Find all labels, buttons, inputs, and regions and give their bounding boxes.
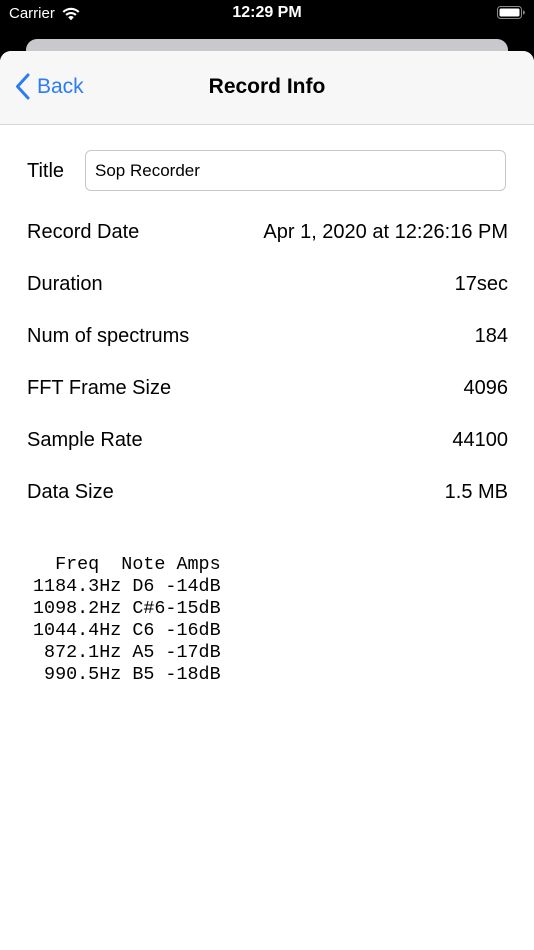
page-title: Record Info (208, 75, 326, 98)
record-date-label: Record Date (27, 221, 140, 243)
title-row: Title (27, 150, 508, 194)
num-spectrums-value: 184 (474, 325, 508, 347)
title-label: Title (27, 160, 65, 182)
fft-frame-size-value: 4096 (463, 377, 509, 399)
data-size-label: Data Size (27, 481, 114, 503)
duration-value: 17sec (454, 273, 508, 295)
duration-label: Duration (27, 273, 103, 295)
sample-rate-value: 44100 (452, 429, 508, 451)
data-size-value: 1.5 MB (444, 481, 508, 503)
spectrum-line: 1098.2Hz C#6-15dB (33, 598, 221, 619)
spectrum-line: 1184.3Hz D6 -14dB (33, 576, 221, 597)
status-time: 12:29 PM (232, 4, 302, 21)
spectrum-table: Freq Note Amps 1184.3Hz D6 -14dB 1098.2Hz … (33, 554, 221, 686)
navigation-bar: Back Record Info (0, 51, 534, 125)
spectrum-header: Freq Note Amps (33, 554, 221, 575)
record-date-value: Apr 1, 2020 at 12:26:16 PM (263, 221, 508, 243)
battery-icon (497, 6, 525, 19)
num-spectrums-label: Num of spectrums (27, 325, 190, 347)
sample-rate-label: Sample Rate (27, 429, 143, 451)
spectrum-line: 990.5Hz B5 -18dB (33, 664, 221, 685)
status-bar: Carrier 12:29 PM (0, 0, 534, 30)
fft-frame-size-label: FFT Frame Size (27, 377, 172, 399)
spectrum-line: 1044.4Hz C6 -16dB (33, 620, 221, 641)
info-row-data-size: Data Size 1.5 MB (27, 479, 508, 509)
info-row-record-date: Record Date Apr 1, 2020 at 12:26:16 PM (27, 219, 508, 249)
info-row-sample-rate: Sample Rate 44100 (27, 427, 508, 457)
record-info-sheet: Back Record Info Title Record Date Apr 1… (0, 51, 534, 950)
info-row-num-spectrums: Num of spectrums 184 (27, 323, 508, 353)
info-row-fft-frame-size: FFT Frame Size 4096 (27, 375, 508, 405)
info-row-duration: Duration 17sec (27, 271, 508, 301)
spectrum-line: 872.1Hz A5 -17dB (33, 642, 221, 663)
title-input[interactable] (85, 150, 506, 191)
